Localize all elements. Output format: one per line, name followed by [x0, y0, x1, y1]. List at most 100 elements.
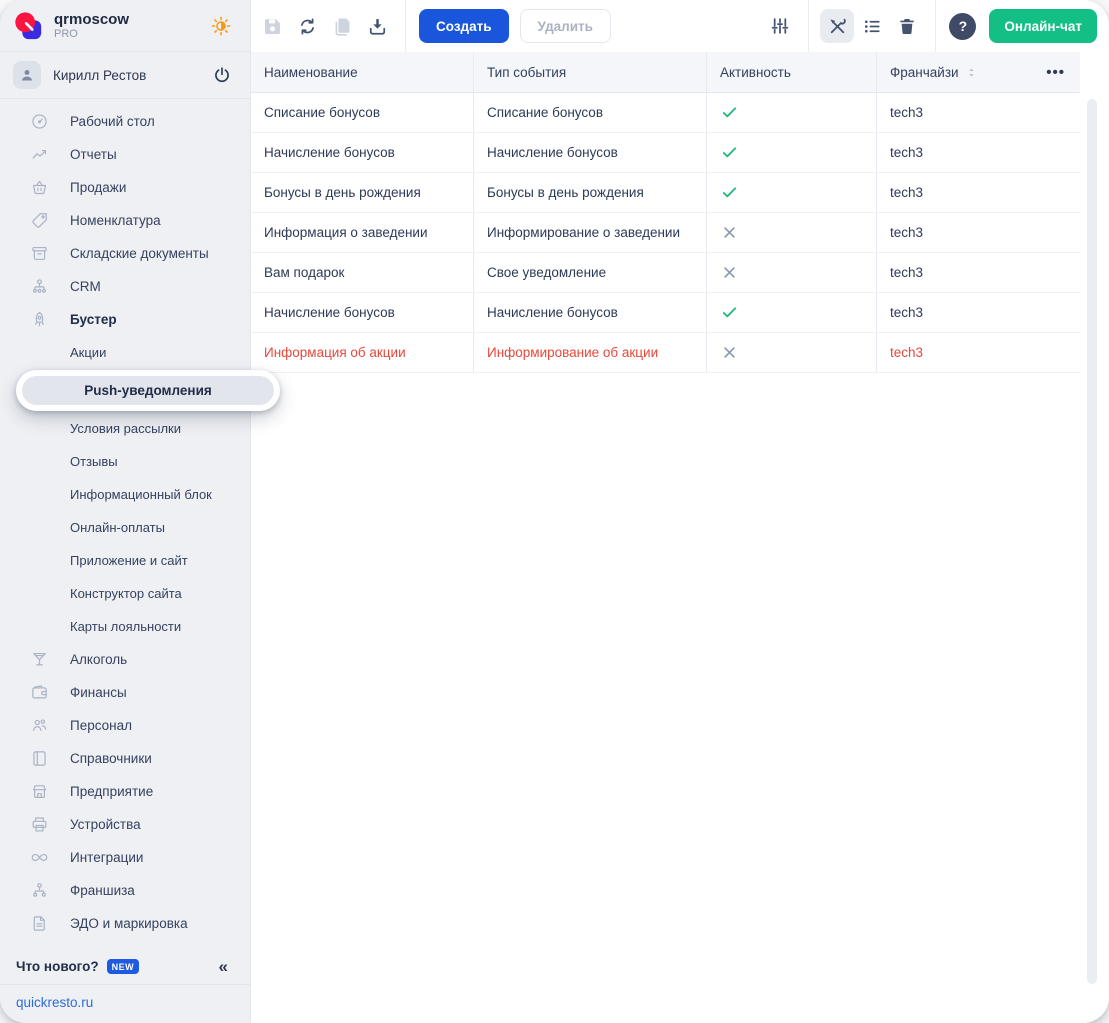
table-row[interactable]: Бонусы в день рождения Бонусы в день рожд… [251, 173, 1080, 213]
sidebar-item[interactable]: Франшиза [0, 874, 250, 907]
person-icon [18, 66, 36, 84]
brand-row: qrmoscow PRO [0, 0, 250, 52]
sidebar-item[interactable]: Финансы [0, 676, 250, 709]
x-icon [720, 263, 739, 282]
sidebar-subitem-active[interactable]: Push-уведомления [16, 370, 280, 411]
sidebar-subitem[interactable]: Приложение и сайт [0, 544, 250, 577]
cell-event-type: Начисление бонусов [473, 133, 706, 172]
vertical-scrollbar[interactable] [1087, 99, 1097, 984]
sidebar-item[interactable]: Интеграции [0, 841, 250, 874]
sidebar-subitem-label: Отзывы [70, 454, 118, 469]
sidebar-item[interactable]: Отчеты [0, 138, 250, 171]
cell-franchise: tech3 [876, 133, 1080, 172]
table-row[interactable]: Вам подарок Свое уведомление tech3 [251, 253, 1080, 293]
franchise-icon [30, 881, 49, 900]
column-header-franchise[interactable]: Франчайзи ••• [876, 52, 1080, 92]
sidebar-subitem[interactable]: Карты лояльности [0, 610, 250, 643]
sidebar-subitem-label: Push-уведомления [84, 383, 212, 398]
sidebar-item-label: Продажи [70, 180, 127, 195]
sidebar-subitem[interactable]: Онлайн-оплаты [0, 511, 250, 544]
cell-event-type: Списание бонусов [473, 93, 706, 132]
sidebar-subitem-label: Акции [70, 345, 107, 360]
devices-icon [30, 815, 49, 834]
sidebar-item[interactable]: Продажи [0, 171, 250, 204]
crm-icon [30, 277, 49, 296]
column-header-event-type[interactable]: Тип события [473, 52, 706, 92]
save-button[interactable] [255, 9, 289, 43]
refresh-button[interactable] [290, 9, 324, 43]
sidebar-item[interactable]: Номенклатура [0, 204, 250, 237]
nomenclature-icon [30, 211, 49, 230]
help-button[interactable]: ? [949, 12, 977, 40]
cell-name: Вам подарок [264, 265, 345, 280]
cell-active [706, 213, 876, 252]
column-label: Активность [720, 64, 791, 80]
list-icon [862, 16, 883, 37]
help-icon: ? [958, 18, 968, 34]
delete-button[interactable]: Удалить [519, 9, 611, 43]
theme-toggle-button[interactable] [208, 13, 234, 39]
sidebar-item[interactable]: ЭДО и маркировка [0, 907, 250, 940]
logout-button[interactable] [210, 63, 234, 87]
cell-active [706, 293, 876, 332]
check-icon [720, 183, 739, 202]
copy-button[interactable] [325, 9, 359, 43]
sidebar-item-label: ЭДО и маркировка [70, 916, 188, 931]
chevron-double-left-icon: « [218, 957, 228, 976]
integrations-icon [30, 848, 49, 867]
site-link[interactable]: quickresto.ru [0, 984, 250, 1023]
toolbar: Создать Удалить ? Онлайн-чат [251, 0, 1109, 52]
sidebar-subitem[interactable]: Условия рассылки [0, 412, 250, 445]
column-label: Франчайзи [890, 64, 959, 80]
sidebar-item[interactable]: Справочники [0, 742, 250, 775]
x-icon [720, 343, 739, 362]
sidebar-item[interactable]: Предприятие [0, 775, 250, 808]
sidebar-subitem[interactable]: Конструктор сайта [0, 577, 250, 610]
cell-active [706, 173, 876, 212]
create-button[interactable]: Создать [419, 9, 509, 43]
sidebar-item[interactable]: Рабочий стол [0, 105, 250, 138]
sidebar-item[interactable]: Бустер [0, 303, 250, 336]
sidebar-item[interactable]: Складские документы [0, 237, 250, 270]
tools-icon [827, 16, 848, 37]
sidebar-item[interactable]: Устройства [0, 808, 250, 841]
cell-event-type: Бонусы в день рождения [473, 173, 706, 212]
cell-franchise: tech3 [876, 93, 1080, 132]
sort-icon[interactable] [964, 65, 979, 80]
cell-active [706, 333, 876, 372]
table-row[interactable]: Списание бонусов Списание бонусов tech3 [251, 93, 1080, 133]
filter-settings-button[interactable] [763, 9, 797, 43]
dashboard-icon [30, 112, 49, 131]
ellipsis-icon[interactable]: ••• [1046, 65, 1065, 80]
whats-new-row[interactable]: Что нового? NEW « [0, 952, 250, 984]
table-row[interactable]: Информация о заведении Информирование о з… [251, 213, 1080, 253]
column-label: Наименование [264, 64, 358, 80]
cell-franchise: tech3 [876, 293, 1080, 332]
tools-button[interactable] [820, 9, 855, 43]
check-icon [720, 143, 739, 162]
x-icon [720, 223, 739, 242]
table-row[interactable]: Начисление бонусов Начисление бонусов tech… [251, 133, 1080, 173]
export-button[interactable] [360, 9, 394, 43]
user-row[interactable]: Кирилл Рестов [0, 52, 250, 99]
sidebar-item[interactable]: Персонал [0, 709, 250, 742]
finance-icon [30, 683, 49, 702]
sidebar-subitem[interactable]: Акции [0, 336, 250, 369]
trash-button[interactable] [890, 9, 924, 43]
column-header-name[interactable]: Наименование [251, 52, 473, 92]
sidebar-subitem-label: Карты лояльности [70, 619, 182, 634]
save-icon [262, 16, 283, 37]
table-row[interactable]: Начисление бонусов Начисление бонусов tech… [251, 293, 1080, 333]
main-panel: Создать Удалить ? Онлайн-чат Наименовани… [250, 0, 1109, 1023]
booster-icon [30, 310, 49, 329]
list-view-button[interactable] [855, 9, 889, 43]
column-header-active[interactable]: Активность [706, 52, 876, 92]
online-chat-button[interactable]: Онлайн-чат [989, 9, 1097, 43]
collapse-sidebar-button[interactable]: « [213, 957, 234, 976]
sidebar-subitem[interactable]: Информационный блок [0, 478, 250, 511]
sidebar-item[interactable]: CRM [0, 270, 250, 303]
sidebar-item[interactable]: Алкоголь [0, 643, 250, 676]
check-icon [720, 103, 739, 122]
sidebar-subitem[interactable]: Отзывы [0, 445, 250, 478]
table-row[interactable]: Информация об акции Информирование об акц… [251, 333, 1080, 373]
